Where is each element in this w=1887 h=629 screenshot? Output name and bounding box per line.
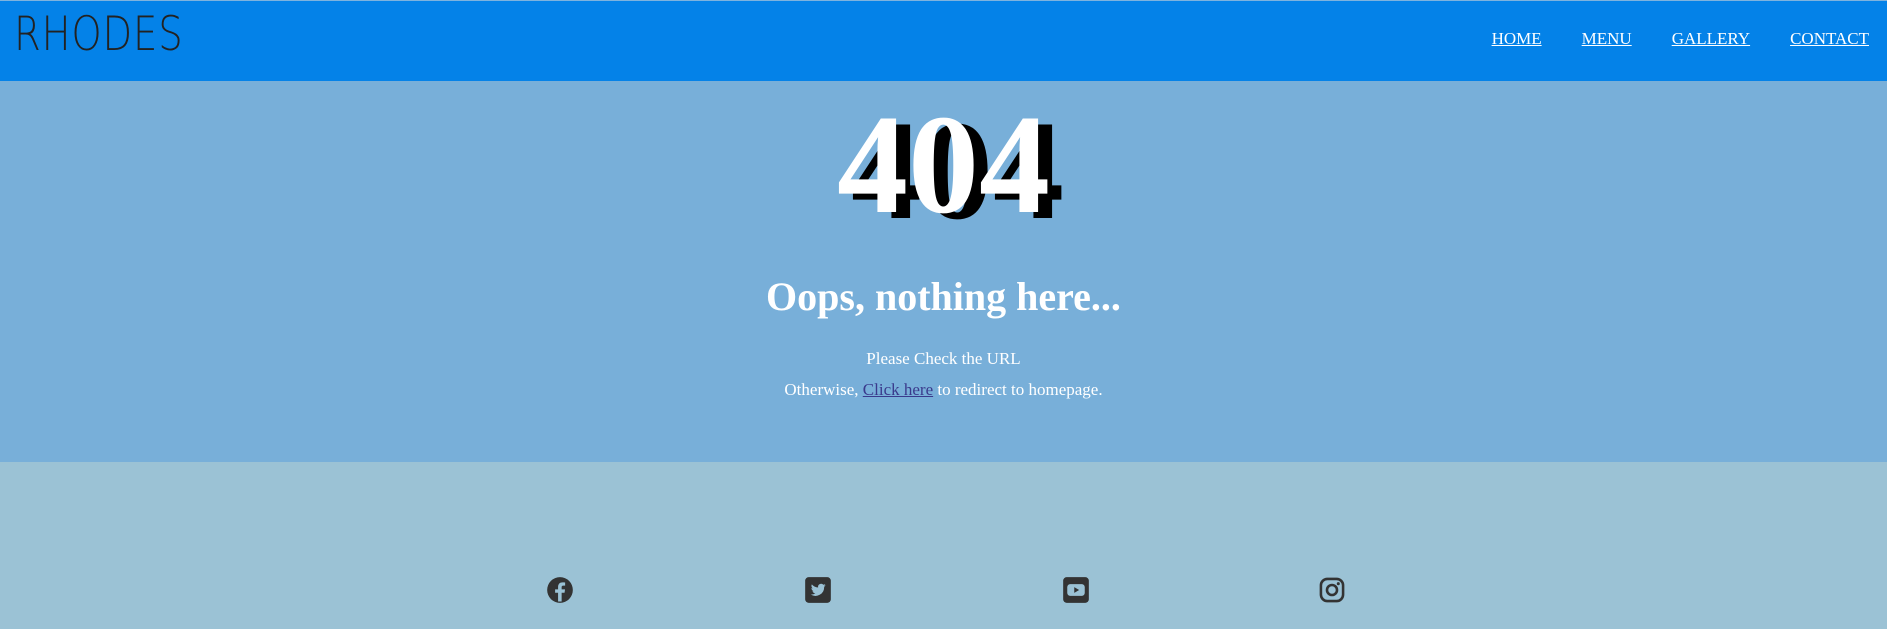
twitter-icon[interactable]	[804, 576, 832, 604]
error-code: 404	[837, 85, 1050, 243]
nav-gallery-link[interactable]: GALLERY	[1672, 29, 1750, 49]
instagram-icon[interactable]	[1318, 576, 1346, 604]
redirect-suffix: to redirect to homepage.	[933, 380, 1103, 399]
footer	[0, 462, 1887, 629]
redirect-prefix: Otherwise,	[784, 380, 863, 399]
nav-home-link[interactable]: HOME	[1492, 29, 1542, 49]
check-url-text: Please Check the URL	[866, 349, 1021, 368]
nav-contact-link[interactable]: CONTACT	[1790, 29, 1869, 49]
youtube-icon[interactable]	[1062, 576, 1090, 604]
error-message: Please Check the URL Otherwise, Click he…	[0, 343, 1887, 405]
facebook-icon[interactable]	[546, 576, 574, 604]
error-heading: Oops, nothing here...	[766, 274, 1121, 319]
site-logo[interactable]: RHODES	[14, 7, 184, 62]
nav-menu-link[interactable]: MENU	[1582, 29, 1632, 49]
error-section: 404 Oops, nothing here... Please Check t…	[0, 81, 1887, 462]
redirect-text: Otherwise, Click here to redirect to hom…	[0, 374, 1887, 405]
homepage-link[interactable]: Click here	[863, 380, 933, 399]
main-nav: HOME MENU GALLERY CONTACT	[1492, 29, 1869, 49]
navbar: RHODES HOME MENU GALLERY CONTACT	[0, 0, 1887, 81]
